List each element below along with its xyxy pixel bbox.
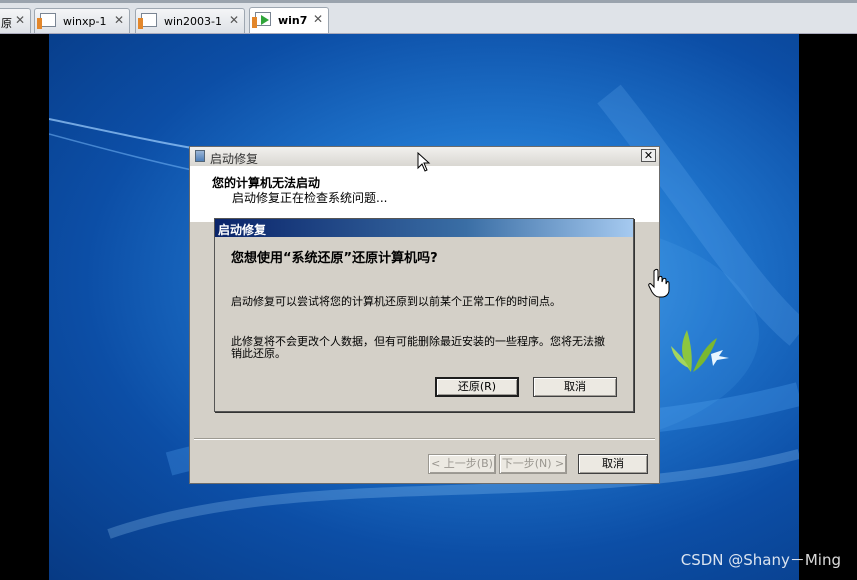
tab-label: 原 <box>1 17 12 30</box>
tab-label: win2003-1 <box>164 15 222 28</box>
dialog-paragraph: 启动修复可以尝试将您的计算机还原到以前某个正常工作的时间点。 <box>231 295 561 308</box>
play-icon <box>252 12 271 28</box>
header-subheading: 启动修复正在检查系统问题... <box>232 191 388 205</box>
tab-partial[interactable]: 原 ✕ <box>0 8 31 33</box>
dialog-title-bar[interactable]: 启动修复 <box>215 219 633 237</box>
back-button[interactable]: < 上一步(B) <box>428 454 496 474</box>
tab-label: winxp-1 <box>63 15 107 28</box>
tab-close-icon[interactable]: ✕ <box>114 13 124 27</box>
tab-close-icon[interactable]: ✕ <box>15 13 25 27</box>
close-icon[interactable]: ✕ <box>641 149 656 162</box>
hand-cursor-icon <box>648 268 670 298</box>
vm-icon <box>138 13 157 29</box>
tab-win7[interactable]: win7 ✕ <box>249 7 329 33</box>
vm-icon <box>37 13 56 29</box>
vm-tab-bar: 原 ✕ winxp-1 ✕ win2003-1 ✕ win7 ✕ <box>0 0 857 34</box>
dialog-cancel-button[interactable]: 取消 <box>533 377 617 397</box>
watermark: CSDN @Shany－Ming <box>680 551 841 569</box>
restore-button[interactable]: 还原(R) <box>435 377 519 397</box>
dialog-title: 启动修复 <box>218 223 267 237</box>
cancel-button[interactable]: 取消 <box>578 454 648 474</box>
divider <box>194 438 655 440</box>
system-restore-dialog: 启动修复 您想使用“系统还原”还原计算机吗? 启动修复可以尝试将您的计算机还原到… <box>214 218 634 412</box>
arrow-cursor-icon <box>417 152 431 172</box>
next-button[interactable]: 下一步(N) > <box>499 454 567 474</box>
windows-bird-logo-icon <box>671 330 729 372</box>
tab-winxp-1[interactable]: winxp-1 ✕ <box>34 8 130 33</box>
window-header: 您的计算机无法启动 启动修复正在检查系统问题... <box>190 166 659 222</box>
dialog-paragraph: 此修复将不会更改个人数据，但有可能删除最近安装的一些程序。您将无法撤销此还原。 <box>231 335 605 360</box>
tab-close-icon[interactable]: ✕ <box>229 13 239 27</box>
dialog-question: 您想使用“系统还原”还原计算机吗? <box>231 251 438 266</box>
tab-label: win7 <box>278 14 308 27</box>
window-title: 启动修复 <box>210 152 259 166</box>
tab-close-icon[interactable]: ✕ <box>313 12 323 26</box>
startup-repair-icon <box>195 150 205 162</box>
tab-win2003-1[interactable]: win2003-1 ✕ <box>135 8 245 33</box>
